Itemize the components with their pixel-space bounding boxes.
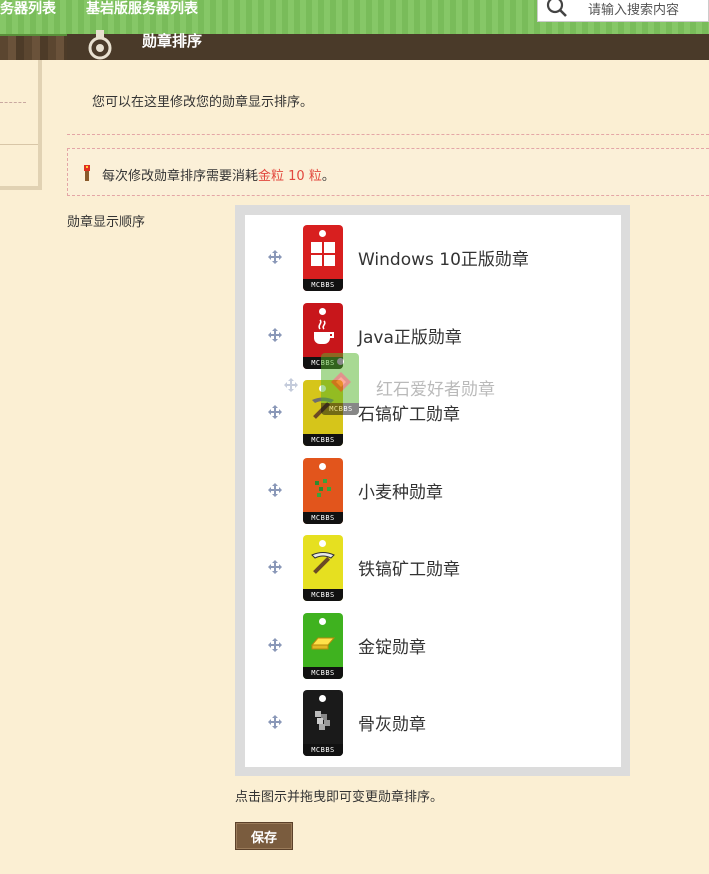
- medal-name: 金锭勋章: [358, 637, 426, 658]
- tag-hole: [319, 617, 326, 625]
- medal-sort-list: MCBBSWindows 10正版勋章MCBBSJava正版勋章MCBBS石镐矿…: [245, 215, 621, 767]
- medal-tag-footer: MCBBS: [303, 434, 343, 446]
- nav-bedrock-server-list-link[interactable]: 基岩版服务器列表: [86, 0, 198, 18]
- medal-settings-icon: [88, 30, 112, 60]
- medal-tag-footer: MCBBS: [321, 403, 359, 415]
- medal-tag-image[interactable]: MCBBS: [303, 225, 343, 291]
- drag-handle-icon[interactable]: [267, 482, 283, 498]
- notice-suffix: 。: [321, 169, 335, 184]
- tag-hole: [337, 358, 344, 365]
- dragging-medal-name: 红石爱好者勋章: [376, 380, 495, 400]
- medal-row[interactable]: MCBBS 铁镐矿工勋章: [245, 535, 621, 605]
- java-cup-icon: [314, 318, 334, 344]
- medal-tag-footer: MCBBS: [303, 666, 343, 679]
- save-button[interactable]: 保存: [235, 822, 293, 850]
- drag-handle-icon[interactable]: [267, 404, 283, 420]
- notice-prefix: 每次修改勋章排序需要消耗: [102, 169, 259, 184]
- medal-tag-image[interactable]: MCBBS: [321, 353, 359, 415]
- intro-text: 您可以在这里修改您的勋章显示排序。: [92, 95, 314, 110]
- drag-handle-icon[interactable]: [267, 637, 283, 653]
- iron-pickaxe-icon: [311, 552, 335, 574]
- drag-handle-icon[interactable]: [267, 327, 283, 343]
- tag-hole: [319, 307, 326, 315]
- medal-name: 小麦种勋章: [358, 482, 443, 503]
- search-input[interactable]: [588, 0, 708, 20]
- page-title: 勋章排序: [142, 32, 203, 50]
- notice-text: 每次修改勋章排序需要消耗金粒 10 粒。: [102, 165, 335, 184]
- sidebar-divider: [0, 102, 26, 103]
- search-icon[interactable]: [542, 0, 568, 20]
- drag-handle-icon[interactable]: [267, 559, 283, 575]
- drag-hint: 点击图示并拖曳即可变更勋章排序。: [235, 790, 444, 805]
- bone-ash-icon: [315, 711, 330, 730]
- drag-handle-icon[interactable]: [283, 377, 299, 393]
- medal-tag-image[interactable]: MCBBS: [303, 612, 343, 679]
- redstone-icon: [331, 372, 351, 392]
- medal-sort-frame: MCBBSWindows 10正版勋章MCBBSJava正版勋章MCBBS石镐矿…: [235, 205, 630, 776]
- medal-name: Windows 10正版勋章: [358, 250, 529, 270]
- windows-logo-icon: [311, 242, 335, 266]
- drag-handle-icon[interactable]: [267, 249, 283, 265]
- medal-tag-footer: MCBBS: [303, 279, 343, 291]
- medal-row[interactable]: MCBBS 金锭勋章: [245, 612, 621, 683]
- medal-tag-image[interactable]: MCBBS: [303, 690, 343, 756]
- wheat-seeds-icon: [315, 478, 331, 497]
- tag-hole: [319, 462, 326, 470]
- cost-notice: 每次修改勋章排序需要消耗金粒 10 粒。: [67, 148, 709, 196]
- medal-tag-image[interactable]: MCBBS: [303, 457, 343, 524]
- redstone-torch-icon: [84, 165, 90, 181]
- medal-name: 铁镐矿工勋章: [358, 560, 460, 580]
- gold-ingot-icon: [310, 637, 336, 649]
- notice-cost: 金粒 10 粒: [258, 169, 322, 184]
- left-sidebar: [0, 60, 42, 190]
- medal-tag-footer: MCBBS: [303, 511, 343, 524]
- dragging-medal-ghost[interactable]: MCBBS 红石爱好者勋章: [283, 353, 553, 417]
- drag-handle-icon[interactable]: [267, 714, 283, 730]
- search-box: [537, 0, 709, 22]
- nav-server-list-link[interactable]: 务器列表: [0, 0, 56, 18]
- tag-hole: [319, 230, 326, 237]
- medal-tag-footer: MCBBS: [303, 744, 343, 756]
- tag-hole: [319, 695, 326, 702]
- page-header: 勋章排序: [67, 30, 709, 60]
- medal-tag-image[interactable]: MCBBS: [303, 535, 343, 601]
- medal-tag-footer: MCBBS: [303, 589, 343, 601]
- sidebar-divider: [0, 144, 38, 145]
- medal-row[interactable]: MCBBS 骨灰勋章: [245, 690, 621, 760]
- medal-row[interactable]: MCBBS 小麦种勋章: [245, 457, 621, 528]
- medal-name: 骨灰勋章: [358, 715, 426, 735]
- medal-name: Java正版勋章: [358, 327, 462, 348]
- tag-hole: [319, 540, 326, 547]
- medal-row[interactable]: MCBBS Windows 10正版勋章: [245, 225, 621, 295]
- medal-order-label: 勋章显示顺序: [67, 215, 146, 230]
- divider: [67, 134, 709, 135]
